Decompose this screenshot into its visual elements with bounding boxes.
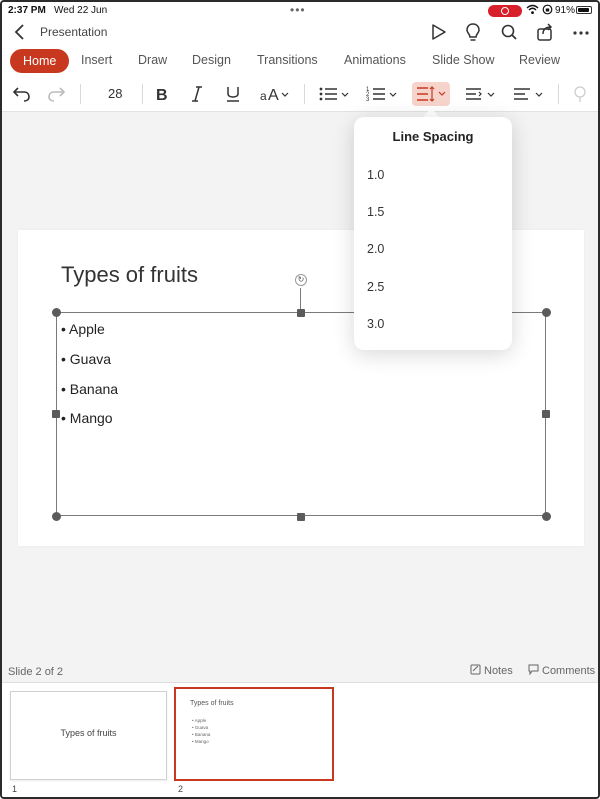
comment-icon	[528, 664, 539, 676]
thumbnail-number: 1	[12, 784, 18, 794]
paragraph-direction-icon[interactable]	[464, 84, 498, 104]
battery-percentage: 91%	[555, 5, 576, 16]
resize-handle-bottom[interactable]	[297, 513, 305, 521]
resize-handle-bottom-left[interactable]	[52, 512, 61, 521]
lightbulb-icon[interactable]	[464, 22, 482, 42]
align-icon[interactable]	[512, 84, 546, 104]
comments-label: Comments	[542, 665, 596, 677]
thumbnail-number: 2	[178, 784, 184, 794]
svg-text:A: A	[268, 87, 279, 104]
slide-title[interactable]: Types of fruits	[61, 262, 198, 288]
bullet-item[interactable]: • Banana	[61, 381, 118, 397]
line-spacing-option-2-5[interactable]: 2.5	[367, 280, 384, 294]
redo-icon[interactable]	[46, 84, 66, 104]
thumbnail-bullet: • Guava	[192, 725, 209, 730]
notes-button[interactable]: Notes	[470, 664, 513, 677]
toolbar-divider	[558, 84, 559, 104]
svg-text:B: B	[156, 87, 168, 104]
thumbnail-bullet: • Apple	[192, 718, 207, 723]
bullet-item[interactable]: • Guava	[61, 351, 111, 367]
share-icon[interactable]	[536, 22, 554, 42]
search-icon[interactable]	[500, 22, 518, 42]
resize-handle-right[interactable]	[542, 410, 550, 418]
line-spacing-icon	[417, 86, 446, 102]
toolbar-divider	[80, 84, 81, 104]
resize-handle-top[interactable]	[297, 309, 305, 317]
bold-icon[interactable]: B	[153, 84, 171, 104]
line-spacing-menu-title: Line Spacing	[392, 129, 474, 144]
font-size-field[interactable]: 28	[108, 86, 122, 101]
text-highlight-icon[interactable]	[570, 84, 590, 104]
toolbar-divider	[304, 84, 305, 104]
underline-icon[interactable]	[224, 84, 242, 104]
ribbon-tabs: Home Insert Draw Design Transitions Anim…	[2, 46, 598, 76]
resize-handle-top-left[interactable]	[52, 308, 61, 317]
battery-icon	[576, 6, 592, 14]
slide-thumbnail-1[interactable]: Types of fruits	[10, 691, 167, 780]
resize-handle-left[interactable]	[52, 410, 60, 418]
back-chevron-icon[interactable]	[12, 22, 28, 42]
line-spacing-option-1-0[interactable]: 1.0	[367, 168, 384, 182]
numbering-icon[interactable]: 123	[366, 84, 400, 104]
slide-counter: Slide 2 of 2	[8, 666, 64, 678]
thumbnail-bullet: • Banana	[192, 732, 211, 737]
title-bar: Presentation	[2, 20, 598, 46]
font-case-icon[interactable]: aA	[258, 84, 292, 104]
thumbnail-bullet: • Mango	[192, 739, 209, 744]
tab-slide-show[interactable]: Slide Show	[432, 53, 495, 67]
line-spacing-option-3-0[interactable]: 3.0	[367, 317, 384, 331]
tab-design[interactable]: Design	[192, 53, 231, 67]
rotation-lock-icon	[542, 4, 553, 15]
tab-home[interactable]: Home	[10, 49, 70, 73]
italic-icon[interactable]	[188, 84, 206, 104]
screen-recording-icon[interactable]	[488, 5, 522, 17]
thumbnail-title: Types of fruits	[190, 700, 234, 707]
tab-animations[interactable]: Animations	[344, 53, 406, 67]
line-spacing-option-1-5[interactable]: 1.5	[367, 205, 384, 219]
bullet-item[interactable]: • Apple	[61, 321, 105, 337]
svg-text:3: 3	[366, 97, 370, 103]
home-toolbar: 28 B aA 123	[2, 76, 598, 112]
wifi-icon	[526, 4, 539, 14]
undo-icon[interactable]	[12, 84, 32, 104]
document-title[interactable]: Presentation	[40, 25, 107, 39]
bullet-item[interactable]: • Mango	[61, 410, 113, 426]
status-time: 2:37 PM	[8, 5, 46, 16]
toolbar-divider	[142, 84, 143, 104]
slide-thumbnail-strip: Types of fruits 1 Types of fruits • Appl…	[2, 682, 598, 797]
app-window: 2:37 PM Wed 22 Jun ••• 91% Presentation …	[0, 0, 600, 799]
bullets-icon[interactable]	[318, 84, 352, 104]
resize-handle-top-right[interactable]	[542, 308, 551, 317]
multitasking-dots-icon[interactable]: •••	[290, 3, 306, 17]
tab-insert[interactable]: Insert	[81, 53, 112, 67]
tab-draw[interactable]: Draw	[138, 53, 167, 67]
line-spacing-menu: Line Spacing 1.0 1.5 2.0 2.5 3.0	[354, 117, 512, 350]
tab-review[interactable]: Review	[519, 53, 560, 67]
comments-button[interactable]: Comments	[528, 664, 595, 677]
status-bar: 2:37 PM Wed 22 Jun ••• 91%	[2, 2, 598, 20]
play-icon[interactable]	[430, 22, 448, 42]
resize-handle-bottom-right[interactable]	[542, 512, 551, 521]
notes-icon	[470, 664, 481, 675]
line-spacing-button[interactable]	[412, 82, 450, 106]
thumbnail-title: Types of fruits	[60, 728, 117, 738]
tab-transitions[interactable]: Transitions	[257, 53, 318, 67]
line-spacing-option-2-0[interactable]: 2.0	[367, 242, 384, 256]
slide-thumbnail-2-selected[interactable]: Types of fruits • Apple • Guava • Banana…	[174, 687, 334, 781]
more-options-icon[interactable]	[572, 22, 590, 42]
notes-label: Notes	[484, 665, 513, 677]
status-date: Wed 22 Jun	[54, 5, 108, 16]
rotate-icon[interactable]: ↻	[295, 274, 307, 286]
svg-text:a: a	[260, 89, 267, 103]
